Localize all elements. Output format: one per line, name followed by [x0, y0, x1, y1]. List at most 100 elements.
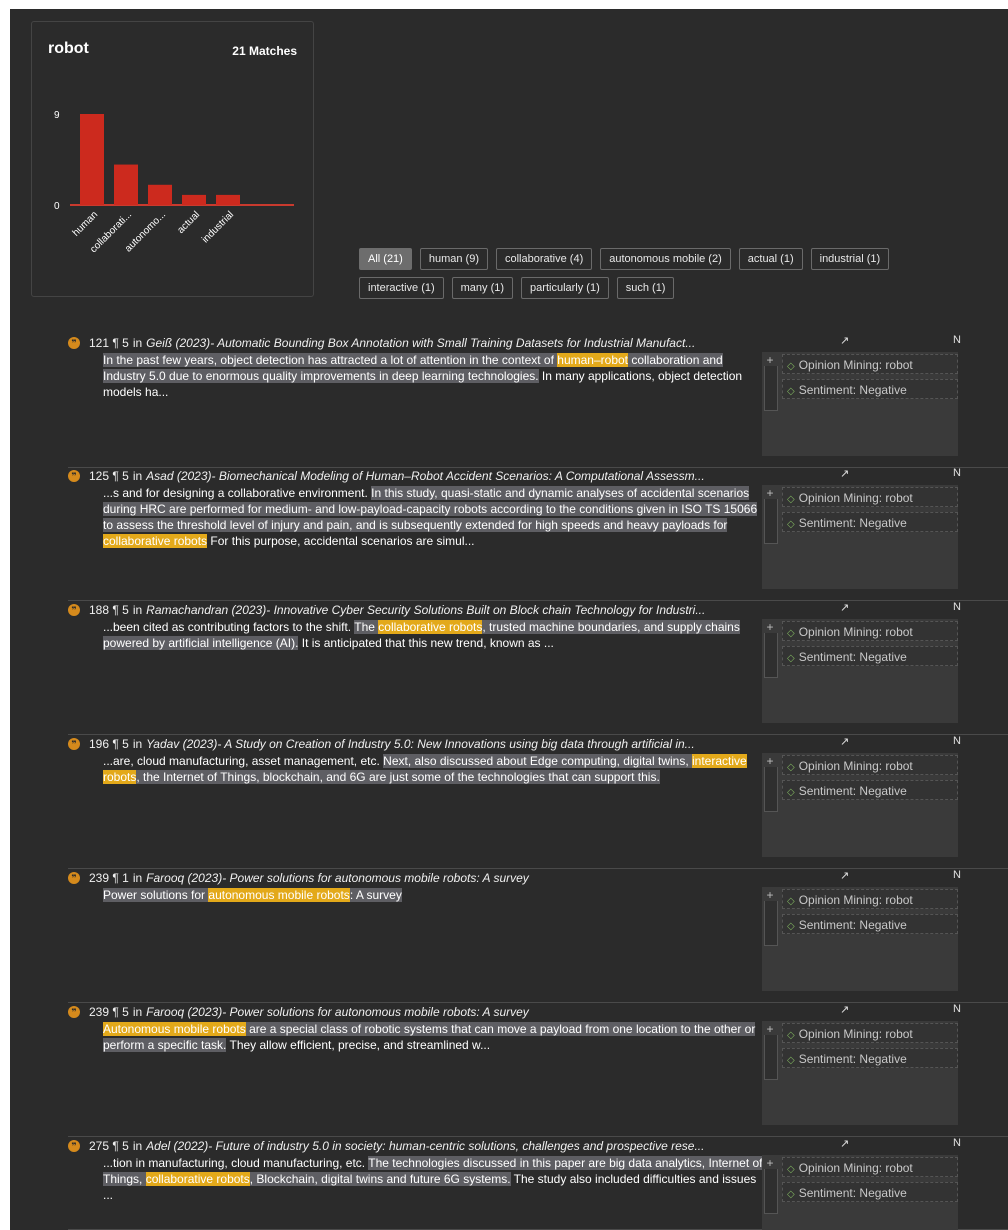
code-tag[interactable]: ◇ Sentiment: Negative — [782, 780, 958, 800]
result-author[interactable]: Farooq (2023) — [146, 1005, 222, 1019]
code-panel: + ◇ Opinion Mining: robot ◇ Sentiment: Negat… — [762, 1155, 958, 1230]
result-item[interactable]: ❞ 196 ¶ 5 in Yadav (2023) - A Study on Crea… — [68, 735, 1008, 869]
code-tag[interactable]: ◇ Sentiment: Negative — [782, 512, 958, 532]
code-tag-label: Sentiment: Negative — [798, 918, 907, 932]
result-title: - Innovative Cyber Security Solutions Bu… — [266, 603, 706, 617]
result-snippet: Autonomous mobile robots are a special c… — [103, 1021, 763, 1053]
result-item[interactable]: ❞ 121 ¶ 5 in Geiß (2023) - Automatic Boundi… — [68, 334, 1008, 468]
code-tag[interactable]: ◇ Opinion Mining: robot — [782, 1157, 958, 1177]
open-document-icon[interactable]: ↗ — [840, 601, 849, 614]
filter-chip[interactable]: such (1) — [616, 277, 675, 299]
code-tag[interactable]: ◇ Opinion Mining: robot — [782, 889, 958, 909]
add-code-icon[interactable]: + — [764, 1157, 776, 1169]
result-reference: 275 ¶ 5 — [89, 1139, 129, 1153]
open-document-icon[interactable]: ↗ — [840, 467, 849, 480]
code-tag[interactable]: ◇ Sentiment: Negative — [782, 1048, 958, 1068]
code-bracket — [764, 633, 778, 678]
add-code-icon[interactable]: + — [764, 755, 776, 767]
code-tag[interactable]: ◇ Opinion Mining: robot — [782, 621, 958, 641]
code-expander: + — [762, 352, 780, 420]
result-in-label: in — [132, 1139, 143, 1153]
code-diamond-icon: ◇ — [787, 386, 795, 397]
snippet-text: ...tion in manufacturing, cloud manufact… — [103, 1156, 369, 1170]
filter-chip[interactable]: human (9) — [419, 248, 488, 270]
code-tag-label: Sentiment: Negative — [798, 383, 907, 397]
result-title: - Power solutions for autonomous mobile … — [222, 1005, 529, 1019]
filter-chip[interactable]: All (21) — [359, 248, 412, 270]
code-bracket — [764, 366, 778, 411]
code-diamond-icon: ◇ — [787, 896, 795, 907]
result-item[interactable]: ❞ 188 ¶ 5 in Ramachandran (2023) - Innovati… — [68, 601, 1008, 735]
add-code-icon[interactable]: + — [764, 1023, 776, 1035]
result-title: - A Study on Creation of Industry 5.0: N… — [217, 737, 695, 751]
result-item[interactable]: ❞ 275 ¶ 5 in Adel (2022) - Future of indust… — [68, 1137, 1008, 1230]
filter-chip[interactable]: particularly (1) — [521, 277, 609, 299]
result-author[interactable]: Ramachandran (2023) — [146, 603, 266, 617]
code-tag-label: Opinion Mining: robot — [798, 1161, 913, 1175]
bar-1[interactable] — [114, 164, 138, 205]
snippet-text: In the past few years, object detection … — [103, 353, 558, 367]
match-highlight: collaborative robots — [378, 620, 483, 634]
code-bracket — [764, 499, 778, 544]
code-tag[interactable]: ◇ Sentiment: Negative — [782, 379, 958, 399]
code-diamond-icon: ◇ — [787, 1055, 795, 1066]
code-tag[interactable]: ◇ Opinion Mining: robot — [782, 755, 958, 775]
result-author[interactable]: Farooq (2023) — [146, 871, 222, 885]
result-item[interactable]: ❞ 125 ¶ 5 in Asad (2023) - Biomechanical Mo… — [68, 467, 1008, 601]
result-reference: 121 ¶ 5 — [89, 336, 129, 350]
code-tag[interactable]: ◇ Opinion Mining: robot — [782, 487, 958, 507]
match-highlight: autonomous mobile robots — [208, 888, 350, 902]
result-reference: 239 ¶ 5 — [89, 1005, 129, 1019]
code-tag[interactable]: ◇ Sentiment: Negative — [782, 1182, 958, 1202]
filter-chip[interactable]: autonomous mobile (2) — [600, 248, 731, 270]
open-document-icon[interactable]: ↗ — [840, 735, 849, 748]
code-tag[interactable]: ◇ Sentiment: Negative — [782, 646, 958, 666]
result-author[interactable]: Yadav (2023) — [146, 737, 217, 751]
bar-0[interactable] — [80, 114, 104, 205]
code-panel: + ◇ Opinion Mining: robot ◇ Sentiment: Negat… — [762, 1021, 958, 1125]
result-author[interactable]: Asad (2023) — [146, 469, 211, 483]
bar-3[interactable] — [182, 194, 206, 205]
result-author[interactable]: Adel (2022) — [146, 1139, 208, 1153]
code-panel: + ◇ Opinion Mining: robot ◇ Sentiment: Negat… — [762, 753, 958, 857]
add-code-icon[interactable]: + — [764, 487, 776, 499]
code-bracket — [764, 1035, 778, 1080]
code-expander: + — [762, 887, 780, 955]
bar-2[interactable] — [148, 184, 172, 205]
code-tag[interactable]: ◇ Opinion Mining: robot — [782, 1023, 958, 1043]
code-bracket — [764, 767, 778, 812]
filter-chip[interactable]: many (1) — [451, 277, 514, 299]
result-snippet: In the past few years, object detection … — [103, 352, 763, 400]
truncated-column-label: N — [953, 1003, 961, 1015]
bar-4[interactable] — [216, 194, 240, 205]
open-document-icon[interactable]: ↗ — [840, 1137, 849, 1150]
result-in-label: in — [132, 336, 143, 350]
filter-chip[interactable]: collaborative (4) — [495, 248, 593, 270]
quote-icon: ❞ — [68, 337, 80, 349]
filter-chip[interactable]: actual (1) — [738, 248, 803, 270]
result-item[interactable]: ❞ 239 ¶ 5 in Farooq (2023) - Power solution… — [68, 1003, 1008, 1137]
filter-chip[interactable]: industrial (1) — [810, 248, 890, 270]
snippet-text: ...are, cloud manufacturing, asset manag… — [103, 754, 384, 768]
open-document-icon[interactable]: ↗ — [840, 334, 849, 347]
code-diamond-icon: ◇ — [787, 1030, 795, 1041]
open-document-icon[interactable]: ↗ — [840, 1003, 849, 1016]
result-title: - Automatic Bounding Box Annotation with… — [210, 336, 696, 350]
code-diamond-icon: ◇ — [787, 653, 795, 664]
code-diamond-icon: ◇ — [787, 921, 795, 932]
add-code-icon[interactable]: + — [764, 354, 776, 366]
code-expander: + — [762, 1155, 780, 1223]
filter-chip[interactable]: interactive (1) — [359, 277, 444, 299]
add-code-icon[interactable]: + — [764, 889, 776, 901]
result-author[interactable]: Geiß (2023) — [146, 336, 210, 350]
open-document-icon[interactable]: ↗ — [840, 869, 849, 882]
truncated-column-label: N — [953, 735, 961, 747]
snippet-text: ...s and for designing a collaborative e… — [103, 486, 372, 500]
code-tag-label: Opinion Mining: robot — [798, 625, 913, 639]
result-item[interactable]: ❞ 239 ¶ 1 in Farooq (2023) - Power solution… — [68, 869, 1008, 1003]
add-code-icon[interactable]: + — [764, 621, 776, 633]
code-panel: + ◇ Opinion Mining: robot ◇ Sentiment: Negat… — [762, 619, 958, 723]
code-tag[interactable]: ◇ Opinion Mining: robot — [782, 354, 958, 374]
code-tag[interactable]: ◇ Sentiment: Negative — [782, 914, 958, 934]
result-snippet: ...been cited as contributing factors to… — [103, 619, 763, 651]
